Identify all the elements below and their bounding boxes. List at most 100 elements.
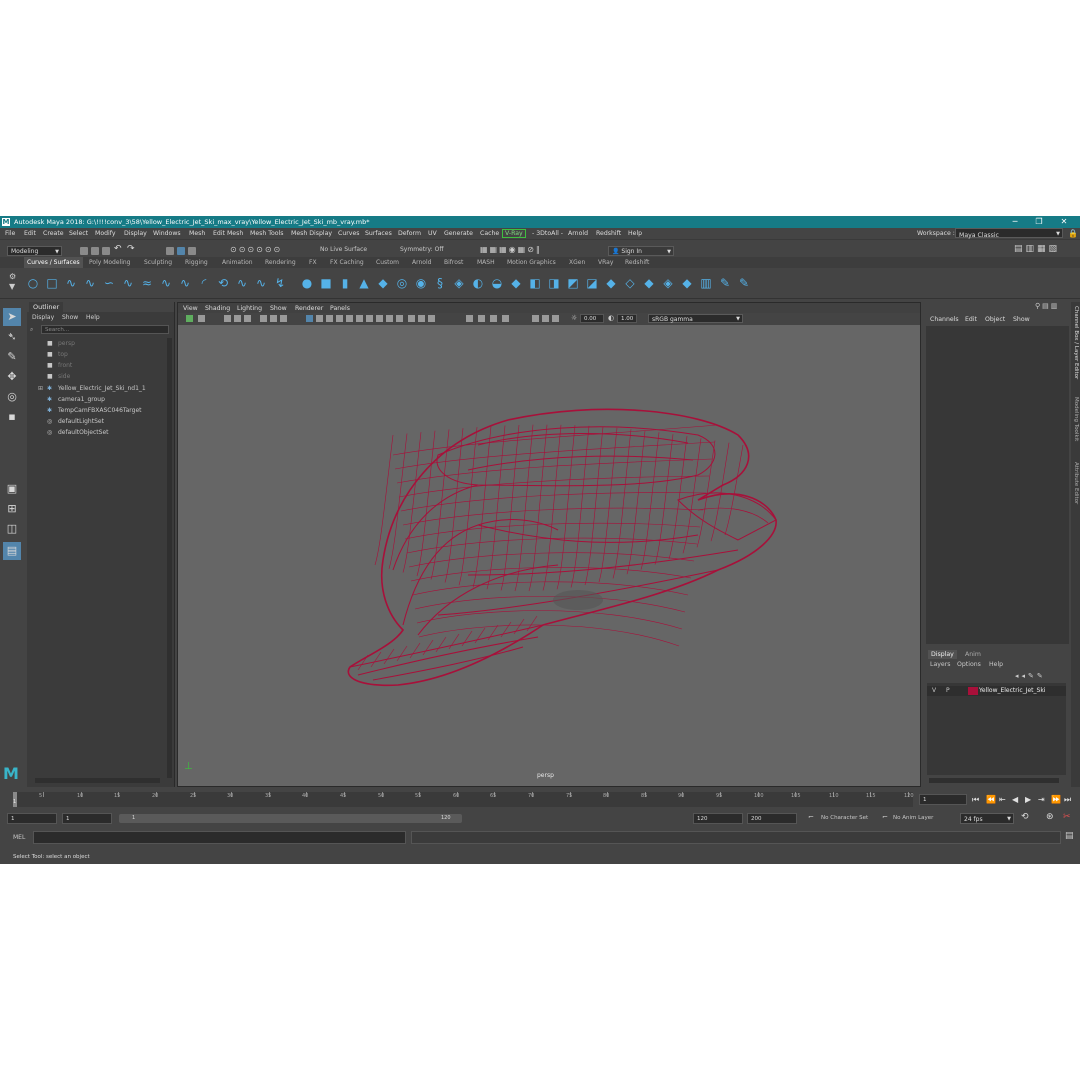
menu-edit[interactable]: Edit bbox=[24, 230, 36, 237]
playback-end-field[interactable]: 120 bbox=[693, 813, 743, 824]
viewport-menu-show[interactable]: Show bbox=[270, 305, 287, 312]
channel-menu-object[interactable]: Object bbox=[985, 316, 1005, 323]
step-forward-icon[interactable]: ⏩ bbox=[1051, 795, 1061, 804]
curve-edit-icon[interactable]: ⟲ bbox=[216, 276, 230, 290]
surface-tool-icon[interactable]: ✎ bbox=[737, 276, 751, 290]
tab-fx-caching[interactable]: FX Caching bbox=[330, 259, 364, 266]
tab-bifrost[interactable]: Bifrost bbox=[444, 259, 463, 266]
time-slider-track[interactable]: 1 5 10 15 20 25 30 35 40 45 50 55 60 65 70 75 80 85 90 95 1… bbox=[13, 792, 914, 807]
expand-icon[interactable]: ⊞ bbox=[38, 385, 43, 392]
curve-edit-icon[interactable]: ∿ bbox=[254, 276, 268, 290]
outliner-layout-icon[interactable]: ▤ bbox=[3, 542, 21, 560]
rotate-tool-icon[interactable]: ◎ bbox=[3, 388, 21, 406]
image-plane-icon[interactable] bbox=[234, 315, 241, 322]
outliner-menu-display[interactable]: Display bbox=[32, 314, 54, 321]
script-editor-icon[interactable]: ▤ bbox=[1065, 831, 1074, 841]
lock-icon[interactable]: 🔒 bbox=[1068, 229, 1078, 238]
textured-icon[interactable] bbox=[336, 315, 343, 322]
channel-menu-edit[interactable]: Edit bbox=[965, 316, 977, 323]
wireframe-icon[interactable] bbox=[306, 315, 313, 322]
x-ray-icon[interactable] bbox=[408, 315, 415, 322]
wireframe-on-shaded-icon[interactable] bbox=[326, 315, 333, 322]
next-key-icon[interactable]: ⇥ bbox=[1038, 795, 1045, 804]
layer-tab-anim[interactable]: Anim bbox=[965, 651, 981, 658]
layer-tab-display[interactable]: Display bbox=[928, 650, 957, 659]
tab-animation[interactable]: Animation bbox=[222, 259, 253, 266]
outliner-item[interactable]: ■ persp bbox=[47, 340, 75, 347]
exposure-field[interactable]: 0.00 bbox=[580, 314, 604, 323]
play-forward-icon[interactable]: ▶ bbox=[1025, 795, 1031, 804]
animation-end-field[interactable]: 200 bbox=[747, 813, 797, 824]
prev-key-icon[interactable]: ⇤ bbox=[999, 795, 1006, 804]
menu-surfaces[interactable]: Surfaces bbox=[365, 230, 392, 237]
four-view-icon[interactable]: ⊞ bbox=[3, 500, 21, 518]
outliner-item[interactable]: ◎ defaultLightSet bbox=[47, 418, 104, 425]
gate-icon[interactable] bbox=[542, 315, 549, 322]
outliner-item[interactable]: ◎ defaultObjectSet bbox=[47, 429, 109, 436]
anim-layer-label[interactable]: No Anim Layer bbox=[893, 815, 933, 821]
single-view-icon[interactable]: ▣ bbox=[3, 480, 21, 498]
sign-in-dropdown[interactable]: 👤 Sign In ▼ bbox=[608, 246, 674, 256]
surface-tool-icon[interactable]: ✎ bbox=[718, 276, 732, 290]
grid-icon[interactable] bbox=[260, 315, 267, 322]
nurbs-cube-icon[interactable]: ■ bbox=[319, 276, 333, 290]
outliner-menu-help[interactable]: Help bbox=[86, 314, 100, 321]
paint-select-tool-icon[interactable]: ✎ bbox=[3, 348, 21, 366]
tab-xgen[interactable]: XGen bbox=[569, 259, 585, 266]
outliner-scrollbar[interactable] bbox=[167, 338, 172, 778]
ep-curve-icon[interactable]: ∿ bbox=[83, 276, 97, 290]
outliner-item[interactable]: ■ top bbox=[47, 351, 68, 358]
curve-edit-icon[interactable]: ↯ bbox=[273, 276, 287, 290]
viewport-menu-shading[interactable]: Shading bbox=[205, 305, 230, 312]
surface-tool-icon[interactable]: ◉ bbox=[414, 276, 428, 290]
bookmark-icon[interactable] bbox=[224, 315, 231, 322]
surface-tool-icon[interactable]: ◈ bbox=[661, 276, 675, 290]
shadows-icon[interactable] bbox=[356, 315, 363, 322]
camera-attributes-icon[interactable] bbox=[198, 315, 205, 322]
layer-color-swatch[interactable] bbox=[968, 687, 978, 695]
outliner-item[interactable]: ■ front bbox=[47, 362, 72, 369]
menu-select[interactable]: Select bbox=[69, 230, 88, 237]
tab-sculpting[interactable]: Sculpting bbox=[144, 259, 172, 266]
arc-icon[interactable]: ◜ bbox=[197, 276, 211, 290]
outliner-search-input[interactable]: Search... bbox=[41, 325, 169, 334]
nurbs-cone-icon[interactable]: ▲ bbox=[357, 276, 371, 290]
undo-icon[interactable]: ↶ bbox=[114, 244, 122, 254]
film-gate-icon[interactable] bbox=[244, 315, 251, 322]
side-tab-channel-box[interactable]: Channel Box / Layer Editor bbox=[1073, 306, 1079, 379]
range-bar[interactable]: 1 120 bbox=[119, 814, 462, 823]
outliner-item[interactable]: ✱ camera1_group bbox=[47, 396, 105, 403]
audio-icon[interactable]: ⊛ bbox=[1046, 812, 1054, 822]
smooth-shade-icon[interactable] bbox=[316, 315, 323, 322]
hud-icon[interactable] bbox=[532, 315, 539, 322]
tab-redshift[interactable]: Redshift bbox=[625, 259, 649, 266]
surface-tool-icon[interactable]: ◆ bbox=[604, 276, 618, 290]
open-scene-icon[interactable] bbox=[91, 247, 99, 255]
redo-icon[interactable]: ↷ bbox=[127, 244, 135, 254]
anti-alias-icon[interactable] bbox=[376, 315, 383, 322]
animation-start-field[interactable]: 1 bbox=[7, 813, 57, 824]
surface-tool-icon[interactable]: ◐ bbox=[471, 276, 485, 290]
layer-tool-icons[interactable]: ◂◂✎✎ bbox=[1015, 672, 1046, 680]
isolate-icon[interactable] bbox=[396, 315, 403, 322]
sphere-shading-icon[interactable] bbox=[466, 315, 473, 322]
side-tab-modeling-toolkit[interactable]: Modeling Toolkit bbox=[1073, 397, 1079, 441]
tab-rigging[interactable]: Rigging bbox=[185, 259, 208, 266]
symmetry-label[interactable]: Symmetry: Off bbox=[400, 246, 443, 253]
layer-row[interactable]: V P Yellow_Electric_Jet_Ski bbox=[927, 686, 1066, 696]
tab-curves-surfaces[interactable]: Curves / Surfaces bbox=[24, 257, 83, 268]
two-view-icon[interactable]: ◫ bbox=[3, 520, 21, 538]
layer-menu-layers[interactable]: Layers bbox=[930, 661, 950, 668]
minimize-button[interactable]: ─ bbox=[1009, 217, 1021, 227]
menu-uv[interactable]: UV bbox=[428, 230, 437, 237]
panel-toggle-icons[interactable]: ▤▥▦▧ bbox=[1014, 244, 1060, 254]
move-tool-icon[interactable]: ✥ bbox=[3, 368, 21, 386]
maximize-button[interactable]: ❐ bbox=[1033, 217, 1045, 227]
menu-create[interactable]: Create bbox=[43, 230, 64, 237]
command-input[interactable] bbox=[33, 831, 406, 844]
camera-select-icon[interactable] bbox=[186, 315, 193, 322]
menu-windows[interactable]: Windows bbox=[153, 230, 181, 237]
curve-edit-icon[interactable]: ∿ bbox=[235, 276, 249, 290]
outliner-hscrollbar[interactable] bbox=[35, 778, 160, 783]
tab-arnold[interactable]: Arnold bbox=[412, 259, 431, 266]
